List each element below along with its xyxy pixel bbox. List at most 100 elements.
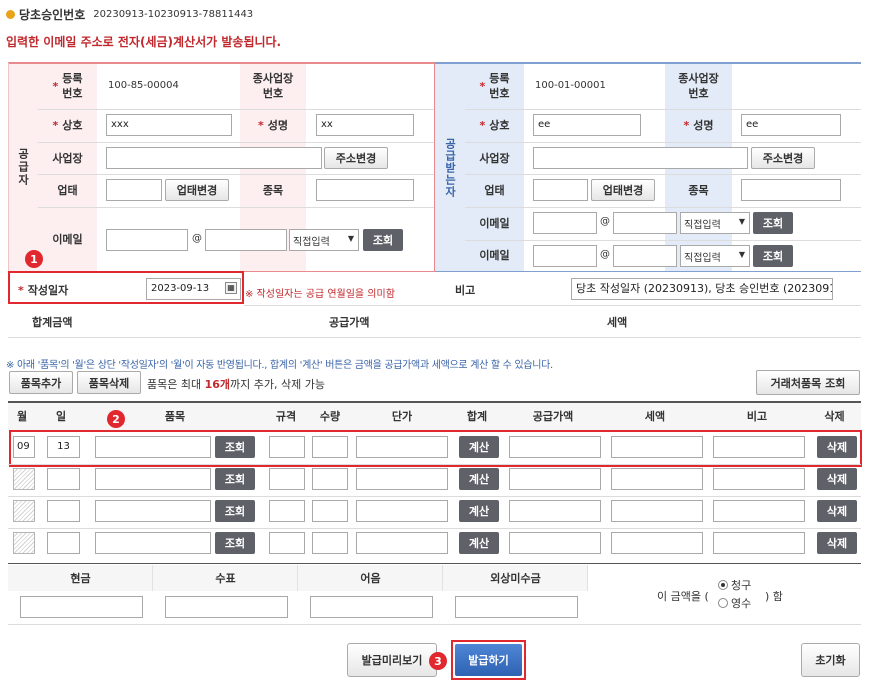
supplier-name-input[interactable]: xxx (106, 114, 232, 136)
preview-button[interactable]: 발급미리보기 (347, 643, 437, 677)
receiver-email-domain-select[interactable]: 직접입력 ▼ (680, 212, 750, 234)
receiver-email-domain-input[interactable] (613, 212, 677, 234)
item-supply-input[interactable] (509, 500, 601, 522)
item-spec-input[interactable] (269, 532, 305, 554)
receiver-biz-type-input[interactable] (533, 179, 588, 201)
receiver-address-change-button[interactable]: 주소변경 (751, 147, 815, 169)
item-tax-input[interactable] (611, 436, 703, 458)
add-item-button[interactable]: 품목추가 (9, 371, 73, 394)
item-calc-button[interactable]: 계산 (459, 532, 499, 554)
item-unit-price-input[interactable] (356, 500, 448, 522)
receiver-biz-type-change-button[interactable]: 업태변경 (591, 179, 655, 201)
reset-button[interactable]: 초기화 (801, 643, 860, 677)
item-unit-price-input[interactable] (356, 436, 448, 458)
supplier-email-lookup-button[interactable]: 조회 (363, 229, 403, 251)
receipt-radio[interactable] (718, 598, 728, 608)
item-month-input[interactable] (13, 500, 35, 522)
item-spec-input[interactable] (269, 436, 305, 458)
item-month-input[interactable] (13, 468, 35, 490)
supplier-email-domain-select[interactable]: 직접입력 ▼ (289, 229, 359, 251)
item-limit-text: 품목은 최대 16개까지 추가, 삭제 가능 (147, 378, 325, 391)
item-supply-input[interactable] (509, 532, 601, 554)
item-delete-button[interactable]: 삭제 (817, 532, 857, 554)
item-tax-input[interactable] (611, 532, 703, 554)
receiver-email2-id-input[interactable] (533, 245, 597, 267)
item-day-input[interactable] (47, 468, 80, 490)
item-day-input[interactable]: 13 (47, 436, 80, 458)
payment-header-cell: 수표 (215, 571, 236, 585)
item-tax-input[interactable] (611, 500, 703, 522)
item-name-input[interactable] (95, 532, 211, 554)
item-header-cell: 단가 (391, 410, 413, 423)
item-calc-button[interactable]: 계산 (459, 500, 499, 522)
receiver-email2-domain-input[interactable] (613, 245, 677, 267)
receiver-email-at: @ (600, 216, 610, 227)
row-line (38, 174, 434, 175)
supplier-address-change-button[interactable]: 주소변경 (324, 147, 388, 169)
item-qty-input[interactable] (312, 500, 348, 522)
supplier-biz-type-input[interactable] (106, 179, 162, 201)
delete-item-button[interactable]: 품목삭제 (77, 371, 141, 394)
item-lookup-button[interactable]: 조회 (215, 532, 255, 554)
item-remark-input[interactable] (713, 468, 805, 490)
supplier-email-domain-input[interactable] (205, 229, 287, 251)
item-unit-price-input[interactable] (356, 468, 448, 490)
payment-amount-input[interactable] (310, 596, 433, 618)
item-month-input[interactable] (13, 532, 35, 554)
date-input[interactable]: 2023-09-13 ▦ (146, 278, 241, 300)
remark-input[interactable]: 당초 작성일자 (20230913), 당초 승인번호 (2023091 (571, 278, 833, 300)
item-day-input[interactable] (47, 532, 80, 554)
claim-radio[interactable] (718, 580, 728, 590)
issue-button[interactable]: 발급하기 (455, 644, 522, 676)
receiver-email2-domain-select[interactable]: 직접입력 ▼ (680, 245, 750, 267)
item-qty-input[interactable] (312, 436, 348, 458)
item-delete-button[interactable]: 삭제 (817, 436, 857, 458)
row-line (8, 563, 861, 564)
calendar-icon[interactable]: ▦ (225, 282, 237, 294)
item-calc-button[interactable]: 계산 (459, 436, 499, 458)
item-day-input[interactable] (47, 500, 80, 522)
item-calc-button[interactable]: 계산 (459, 468, 499, 490)
client-items-lookup-button[interactable]: 거래처품목 조회 (756, 370, 860, 395)
receiver-email2-lookup-button[interactable]: 조회 (753, 245, 793, 267)
item-qty-input[interactable] (312, 468, 348, 490)
supplier-rep-label: * 성명 (257, 119, 288, 132)
supplier-biz-type-change-button[interactable]: 업태변경 (165, 179, 229, 201)
item-name-input[interactable] (95, 436, 211, 458)
item-tax-input[interactable] (611, 468, 703, 490)
item-name-input[interactable] (95, 468, 211, 490)
item-remark-input[interactable] (713, 532, 805, 554)
item-lookup-button[interactable]: 조회 (215, 436, 255, 458)
payment-amount-input[interactable] (20, 596, 143, 618)
item-delete-button[interactable]: 삭제 (817, 468, 857, 490)
receiver-email-lookup-button[interactable]: 조회 (753, 212, 793, 234)
item-spec-input[interactable] (269, 468, 305, 490)
item-lookup-button[interactable]: 조회 (215, 468, 255, 490)
item-unit-price-input[interactable] (356, 532, 448, 554)
item-supply-input[interactable] (509, 468, 601, 490)
item-remark-input[interactable] (713, 436, 805, 458)
receiver-email-id-input[interactable] (533, 212, 597, 234)
item-month-input[interactable]: 09 (13, 436, 35, 458)
supplier-email-id-input[interactable] (106, 229, 188, 251)
receiver-rep-input[interactable]: ee (741, 114, 841, 136)
item-spec-input[interactable] (269, 500, 305, 522)
receiver-name-input[interactable]: ee (533, 114, 641, 136)
supplier-address-input[interactable] (106, 147, 322, 169)
receiver-biz-item-input[interactable] (741, 179, 841, 201)
item-lookup-button[interactable]: 조회 (215, 500, 255, 522)
receiver-address-input[interactable] (533, 147, 748, 169)
supplier-biz-item-input[interactable] (316, 179, 414, 201)
item-supply-input[interactable] (509, 436, 601, 458)
item-name-input[interactable] (95, 500, 211, 522)
date-note: ※ 작성일자는 공급 연월일을 의미함 (245, 289, 395, 300)
item-qty-input[interactable] (312, 532, 348, 554)
payment-amount-input[interactable] (455, 596, 578, 618)
amount-clause-suffix: ) 함 (765, 590, 783, 603)
receiver-email-label: 이메일 (479, 217, 510, 230)
item-delete-button[interactable]: 삭제 (817, 500, 857, 522)
step-badge-2: 2 (107, 410, 125, 428)
supplier-rep-input[interactable]: xx (316, 114, 414, 136)
item-remark-input[interactable] (713, 500, 805, 522)
payment-amount-input[interactable] (165, 596, 288, 618)
